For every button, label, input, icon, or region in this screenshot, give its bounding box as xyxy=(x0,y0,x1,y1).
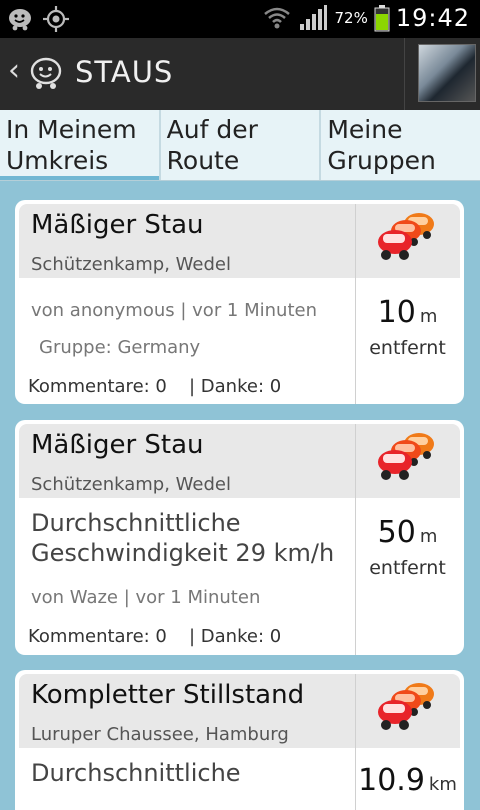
distance-value: 10 xyxy=(377,295,416,330)
page-title: STAUS xyxy=(75,55,174,89)
gps-icon xyxy=(43,6,69,32)
group-info: Gruppe: Germany xyxy=(39,337,201,358)
tab-label-line1: In Meinem xyxy=(6,115,137,144)
jam-title: Mäßiger Stau xyxy=(31,430,204,460)
waze-icon xyxy=(9,9,31,31)
comments-count[interactable]: Kommentare: 0 xyxy=(28,626,167,647)
average-speed: Durchschnittliche Geschwindigkeit 29 km/… xyxy=(31,508,334,568)
distance: 50 m xyxy=(355,515,460,550)
tab-in-meinem-umkreis[interactable]: In Meinem Umkreis xyxy=(0,110,161,180)
distance-unit: m xyxy=(419,306,438,327)
tab-bar: In Meinem Umkreis Auf der Route Meine Gr… xyxy=(0,110,480,181)
jam-report-card[interactable]: Mäßiger Stau Schützenkamp, Wedel Durchsc… xyxy=(15,420,464,655)
jam-report-card[interactable]: Kompletter Stillstand Luruper Chaussee, … xyxy=(15,670,464,810)
jam-street: Schützenkamp, Wedel xyxy=(31,474,231,495)
comments-count[interactable]: Kommentare: 0 xyxy=(28,376,167,397)
tab-label-line2: Gruppen xyxy=(327,146,436,175)
battery-icon xyxy=(374,5,390,32)
chevron-left-icon[interactable]: ‹ xyxy=(8,56,20,86)
distance: 10.9 km xyxy=(355,763,460,798)
reporter-info: von anonymous | vor 1 Minuten xyxy=(31,300,317,321)
avatar[interactable] xyxy=(418,44,476,102)
tab-label-line1: Meine xyxy=(327,115,403,144)
tab-label-line2: Route xyxy=(166,146,240,175)
traffic-jam-icon xyxy=(378,433,434,480)
average-speed: Durchschnittliche xyxy=(31,758,241,788)
reporter-info: von Waze | vor 1 Minuten xyxy=(31,587,261,608)
jam-title: Kompletter Stillstand xyxy=(31,680,305,710)
jam-street: Luruper Chaussee, Hamburg xyxy=(31,724,289,745)
waze-icon[interactable] xyxy=(26,54,64,92)
distance-unit: m xyxy=(419,526,438,547)
distance-label: entfernt xyxy=(369,337,446,359)
tab-label-line1: Auf der xyxy=(166,115,258,144)
distance-label: entfernt xyxy=(369,557,446,579)
jam-street: Schützenkamp, Wedel xyxy=(31,254,231,275)
tab-meine-gruppen[interactable]: Meine Gruppen xyxy=(321,110,480,180)
traffic-jam-icon xyxy=(378,213,434,260)
signal-icon xyxy=(300,5,328,30)
jam-title: Mäßiger Stau xyxy=(31,210,204,240)
action-bar: ‹ STAUS xyxy=(0,38,480,112)
distance-unit: km xyxy=(428,774,457,795)
traffic-jam-icon xyxy=(378,683,434,730)
action-bar-divider xyxy=(404,38,405,110)
distance: 10 m xyxy=(355,295,460,330)
battery-percent: 72% xyxy=(334,9,368,27)
distance-value: 50 xyxy=(377,515,416,550)
status-bar: 72% 19:42 xyxy=(0,0,480,38)
speed-line1: Durchschnittliche xyxy=(31,509,241,537)
clock: 19:42 xyxy=(395,4,470,32)
thanks-count[interactable]: | Danke: 0 xyxy=(189,376,281,397)
speed-line1: Durchschnittliche xyxy=(31,759,241,787)
tab-auf-der-route[interactable]: Auf der Route xyxy=(161,110,322,180)
thanks-count[interactable]: | Danke: 0 xyxy=(189,626,281,647)
jam-report-card[interactable]: Mäßiger Stau Schützenkamp, Wedel von ano… xyxy=(15,200,464,404)
wifi-icon xyxy=(264,7,291,29)
distance-value: 10.9 xyxy=(358,763,425,798)
speed-line2: Geschwindigkeit 29 km/h xyxy=(31,539,335,567)
tab-label-line2: Umkreis xyxy=(6,146,109,175)
